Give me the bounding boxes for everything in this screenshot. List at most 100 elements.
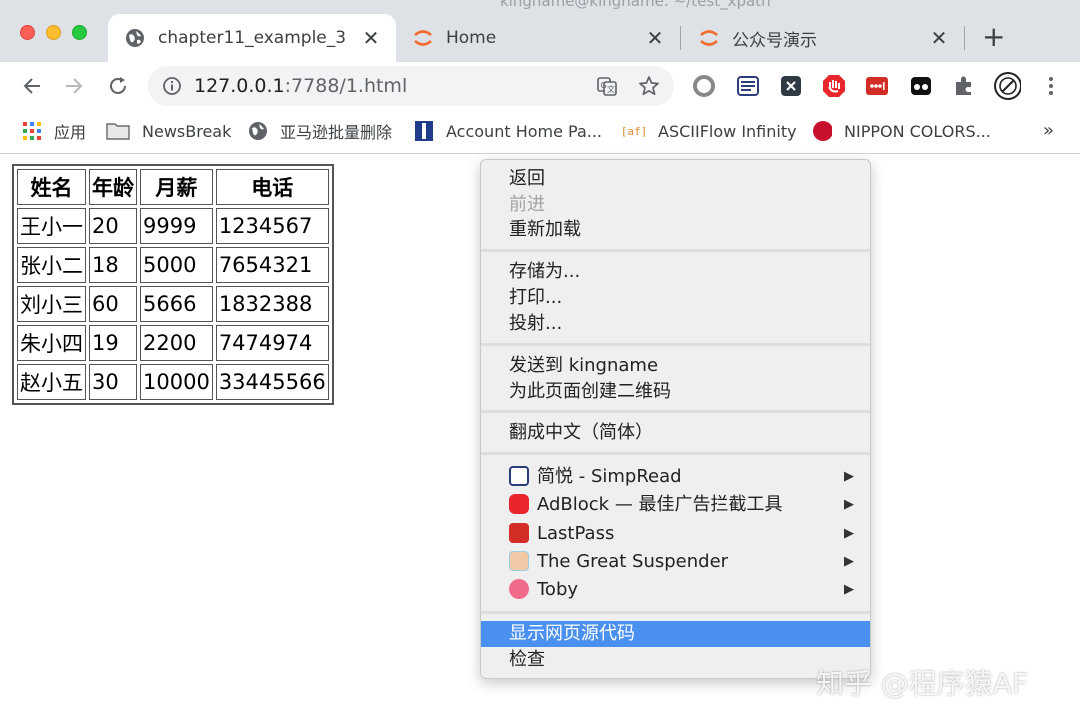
table-row: 张小二 18 5000 7654321 xyxy=(17,247,329,283)
site-info-icon[interactable] xyxy=(162,76,182,100)
menu-item-view-page-source[interactable]: 显示网页源代码 xyxy=(481,621,870,647)
menu-item-send-to-device[interactable]: 发送到 kingname xyxy=(481,353,870,379)
table-cell: 赵小五 xyxy=(17,364,86,400)
menu-item-inspect[interactable]: 检查 xyxy=(481,647,870,673)
close-window-button[interactable] xyxy=(20,25,35,40)
window-title: kingname@kingname: ~/test_xpath xyxy=(500,0,771,10)
menu-item-label: Toby xyxy=(537,579,579,600)
bookmark-star-icon[interactable] xyxy=(638,75,660,101)
table-row: 赵小五 30 10000 33445566 xyxy=(17,364,329,400)
bookmark-label: ASCIIFlow Infinity xyxy=(658,121,797,141)
table-cell: 2200 xyxy=(140,325,213,361)
adblock-icon xyxy=(509,494,529,514)
menu-item-label: LastPass xyxy=(537,523,615,544)
lastpass-extension-icon[interactable] xyxy=(863,72,891,100)
more-menu-icon[interactable] xyxy=(1037,72,1065,100)
menu-item-translate[interactable]: 翻成中文（简体） xyxy=(481,420,870,446)
menu-item-adblock[interactable]: AdBlock — 最佳广告拦截工具 ▶ xyxy=(481,492,870,518)
table-row: 朱小四 19 2200 7474974 xyxy=(17,325,329,361)
menu-item-simpread[interactable]: 简悦 - SimpRead ▶ xyxy=(481,464,870,490)
menu-separator xyxy=(481,611,870,614)
menu-item-lastpass[interactable]: LastPass ▶ xyxy=(481,521,870,547)
tab-gongzhonghao[interactable]: 公众号演示 ✕ xyxy=(682,14,964,62)
menu-item-cast[interactable]: 投射... xyxy=(481,311,870,337)
bookmark-asciiflow[interactable]: [af] ASCIIFlow Infinity xyxy=(620,118,797,144)
bookmarks-overflow-button[interactable]: » xyxy=(1043,120,1054,141)
url-host: 127.0.0.1 xyxy=(194,75,285,97)
translate-icon[interactable]: G文 xyxy=(596,75,618,101)
browser-toolbar: 127.0.0.1:7788/1.html G文 xyxy=(0,62,1080,110)
puzzle-extensions-icon[interactable] xyxy=(950,72,978,100)
forward-button[interactable] xyxy=(58,70,90,102)
tab-title: chapter11_example_3 xyxy=(158,28,347,48)
back-button[interactable] xyxy=(16,70,48,102)
table-cell: 朱小四 xyxy=(17,325,86,361)
table-cell: 1234567 xyxy=(215,208,329,244)
menu-item-great-suspender[interactable]: The Great Suspender ▶ xyxy=(481,549,870,575)
circle-extension-icon[interactable] xyxy=(690,72,718,100)
table-header-row: 姓名 年龄 月薪 电话 xyxy=(17,169,329,205)
table-cell: 33445566 xyxy=(215,364,329,400)
minimize-window-button[interactable] xyxy=(46,25,61,40)
menu-separator xyxy=(481,249,870,252)
close-tab-icon[interactable]: ✕ xyxy=(644,26,666,50)
folder-icon xyxy=(106,121,130,141)
globe-icon xyxy=(248,121,268,141)
reload-button[interactable] xyxy=(102,70,134,102)
table-cell: 5666 xyxy=(140,286,213,322)
table-cell: 10000 xyxy=(140,364,213,400)
address-bar[interactable]: 127.0.0.1:7788/1.html G文 xyxy=(148,66,674,106)
menu-item-back[interactable]: 返回 xyxy=(481,166,870,192)
menu-separator xyxy=(481,452,870,455)
simpread-extension-icon[interactable] xyxy=(734,72,762,100)
tab-separator xyxy=(964,26,965,50)
account-page-icon xyxy=(414,121,434,141)
tab-title: Home xyxy=(446,28,497,48)
url-text[interactable]: 127.0.0.1:7788/1.html xyxy=(194,75,407,97)
asciiflow-icon: [af] xyxy=(620,124,648,138)
table-cell: 刘小三 xyxy=(17,286,86,322)
bookmark-newsbreak[interactable]: NewsBreak xyxy=(106,118,231,144)
tab-title: 公众号演示 xyxy=(732,30,817,51)
close-tab-icon[interactable]: ✕ xyxy=(360,26,382,50)
table-cell: 20 xyxy=(89,208,137,244)
tab-chapter11-example-3[interactable]: chapter11_example_3 ✕ xyxy=(108,14,396,62)
toby-icon xyxy=(509,579,529,599)
menu-item-forward: 前进 xyxy=(509,194,545,215)
table-header-cell: 月薪 xyxy=(140,169,213,205)
table-cell: 7474974 xyxy=(215,325,329,361)
menu-item-label: 简悦 - SimpRead xyxy=(537,466,682,487)
menu-item-toby[interactable]: Toby ▶ xyxy=(481,577,870,603)
submenu-arrow-icon: ▶ xyxy=(844,554,854,569)
menu-item-print[interactable]: 打印... xyxy=(481,285,870,311)
red-circle-icon xyxy=(812,121,832,141)
back-arrow-icon xyxy=(23,78,40,94)
url-path: :7788/1.html xyxy=(284,75,408,97)
submenu-arrow-icon: ▶ xyxy=(844,497,854,512)
table-cell: 18 xyxy=(89,247,137,283)
new-tab-button[interactable]: + xyxy=(982,22,1005,52)
adblock-extension-icon[interactable] xyxy=(820,72,848,100)
toby-extension-icon[interactable] xyxy=(907,72,935,100)
bookmark-account-home[interactable]: Account Home Pa... xyxy=(414,118,602,144)
zoom-window-button[interactable] xyxy=(72,25,87,40)
tab-home[interactable]: Home ✕ xyxy=(396,14,680,62)
table-cell: 王小一 xyxy=(17,208,86,244)
table-cell: 5000 xyxy=(140,247,213,283)
close-tab-icon[interactable]: ✕ xyxy=(928,26,950,50)
context-menu: 返回 前进 重新加载 存储为... 打印... 投射... 发送到 kingna… xyxy=(480,159,871,679)
bookmark-apps[interactable]: 应用 xyxy=(22,118,86,144)
jupyter-icon xyxy=(412,27,434,49)
bookmark-label: 亚马逊批量删除 xyxy=(280,123,393,142)
table-cell: 30 xyxy=(89,364,137,400)
x-extension-icon[interactable] xyxy=(777,72,805,100)
bookmark-amazon-bulk-delete[interactable]: 亚马逊批量删除 xyxy=(248,118,392,144)
svg-text:文: 文 xyxy=(607,84,615,94)
bookmark-nippon-colors[interactable]: NIPPON COLORS... xyxy=(812,118,991,144)
watermark: 知乎 @程序猿AF xyxy=(816,667,1029,700)
menu-item-reload[interactable]: 重新加载 xyxy=(481,217,870,243)
menu-item-create-qr-code[interactable]: 为此页面创建二维码 xyxy=(481,379,870,405)
profile-avatar[interactable] xyxy=(993,72,1021,100)
menu-item-save-as[interactable]: 存储为... xyxy=(481,259,870,285)
bookmark-label: NewsBreak xyxy=(142,121,232,141)
